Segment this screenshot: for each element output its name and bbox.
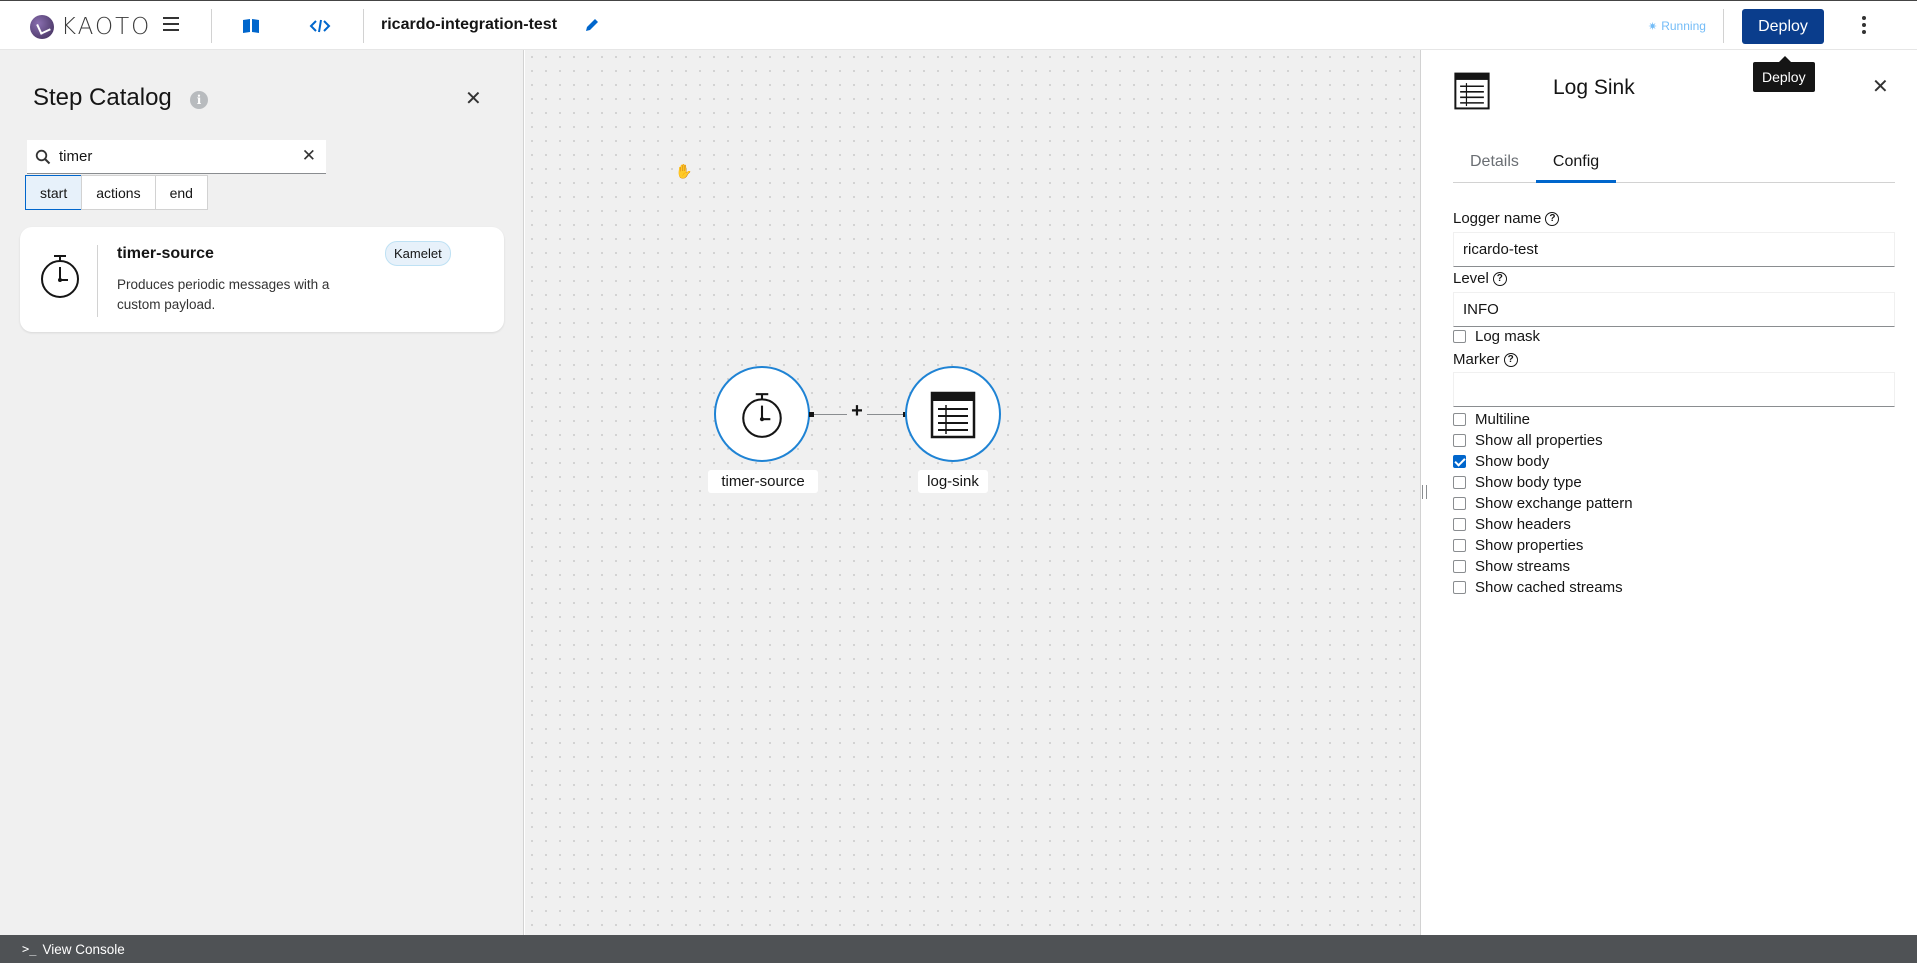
deploy-button[interactable]: Deploy [1742,9,1824,44]
deploy-tooltip: Deploy [1753,56,1815,92]
kamelet-badge: Kamelet [385,241,451,266]
option-label: Show exchange pattern [1475,495,1633,512]
option-show-headers[interactable]: Show headers [1453,516,1571,533]
option-label: Show headers [1475,516,1571,533]
option-label: Show all properties [1475,432,1603,449]
option-show-all-properties[interactable]: Show all properties [1453,432,1603,449]
tab-details[interactable]: Details [1453,145,1536,182]
option-show-properties[interactable]: Show properties [1453,537,1583,554]
close-icon[interactable]: ✕ [465,86,482,111]
add-step-button[interactable]: + [847,400,867,423]
header-divider [363,9,364,43]
node-log-sink[interactable] [905,366,1001,462]
catalog-item-timer-source[interactable]: timer-source Produces periodic messages … [20,227,504,332]
level-input[interactable]: INFO [1453,292,1895,327]
spinner-icon: ✷ [1648,20,1658,33]
checkbox-box[interactable] [1453,413,1466,426]
header-divider [1723,9,1724,43]
deployment-status: ✷ Running [1648,19,1706,33]
info-icon[interactable]: i [190,91,208,109]
resize-grip-icon[interactable] [1422,485,1427,499]
marker-label: Marker ? [1453,351,1518,368]
top-header: KAOTO ricardo-integration-test ✷ Running… [0,0,1917,50]
option-show-body[interactable]: Show body [1453,453,1549,470]
integration-name: ricardo-integration-test [381,16,558,33]
status-text: Running [1661,19,1706,33]
checkbox-box[interactable] [1453,518,1466,531]
checkbox-box[interactable] [1453,476,1466,489]
card-divider [97,245,98,317]
step-config-panel: Log Sink ✕ Details Config Logger name ? … [1428,50,1917,935]
help-icon[interactable]: ? [1545,211,1560,226]
checkbox-box-checked[interactable] [1453,455,1466,468]
view-console-bar[interactable]: >_ View Console [0,935,1917,963]
logger-name-label: Logger name ? [1453,210,1560,227]
view-console-label: View Console [42,941,125,957]
clear-search-icon[interactable]: ✕ [302,146,316,166]
checkbox-box[interactable] [1453,539,1466,552]
node-label-log-sink: log-sink [918,470,988,493]
panel-tabs: Details Config [1453,145,1895,183]
catalog-search: ✕ [27,140,326,174]
option-label: Show body type [1475,474,1582,491]
log-mask-label: Log mask [1475,328,1541,345]
filter-start[interactable]: start [25,175,83,210]
level-label-text: Level [1453,270,1489,287]
option-show-streams[interactable]: Show streams [1453,558,1570,575]
hamburger-menu-icon[interactable] [163,17,179,31]
checkbox-box[interactable] [1453,581,1466,594]
catalog-book-icon[interactable] [240,15,262,37]
option-label: Show body [1475,453,1550,470]
kebab-menu-icon[interactable] [1861,16,1867,36]
integration-canvas[interactable]: ✋ timer-source + log-sink [525,50,1420,935]
filter-end[interactable]: end [154,175,208,210]
log-mask-checkbox[interactable]: Log mask [1453,328,1540,345]
close-icon[interactable]: ✕ [1872,74,1889,99]
help-icon[interactable]: ? [1503,352,1518,367]
node-label-timer-source: timer-source [708,470,818,493]
option-label: Show properties [1475,537,1584,554]
node-timer-source[interactable] [714,366,810,462]
search-input[interactable] [59,148,289,165]
option-multiline[interactable]: Multiline [1453,411,1530,428]
pencil-edit-icon[interactable] [582,15,602,35]
marker-label-text: Marker [1453,351,1500,368]
table-icon [930,391,976,439]
option-label: Show streams [1475,558,1571,575]
stopwatch-icon [742,393,782,438]
step-catalog-panel: Step Catalog i ✕ ✕ start actions end tim… [0,50,524,935]
logger-name-label-text: Logger name [1453,210,1542,227]
checkbox-box[interactable] [1453,330,1466,343]
step-type-filter: start actions end [25,175,208,210]
terminal-icon: >_ [22,942,37,956]
checkbox-box[interactable] [1453,434,1466,447]
option-show-exchange-pattern[interactable]: Show exchange pattern [1453,495,1633,512]
marker-input[interactable] [1453,372,1895,407]
catalog-title: Step Catalog [33,84,172,111]
filter-actions[interactable]: actions [81,175,156,210]
table-icon [1454,72,1490,110]
step-name: timer-source [117,245,214,262]
help-icon[interactable]: ? [1492,271,1507,286]
kaoto-logo[interactable]: KAOTO [30,14,151,40]
code-editor-icon[interactable] [309,15,331,37]
option-label: Multiline [1475,411,1531,428]
checkbox-box[interactable] [1453,497,1466,510]
hand-cursor-icon: ✋ [675,163,693,179]
logger-name-input[interactable]: ricardo-test [1453,232,1895,267]
option-label: Show cached streams [1475,579,1623,596]
kaoto-logo-icon [30,15,54,39]
option-show-cached-streams[interactable]: Show cached streams [1453,579,1623,596]
header-divider [211,9,212,43]
step-description: Produces periodic messages with a custom… [117,277,330,312]
search-icon [35,149,51,164]
option-show-body-type[interactable]: Show body type [1453,474,1582,491]
tab-config[interactable]: Config [1535,145,1617,183]
level-label: Level ? [1453,270,1507,287]
panel-title: Log Sink [1553,76,1635,99]
logo-text: KAOTO [61,14,152,40]
checkbox-box[interactable] [1453,560,1466,573]
edge-source-port [809,412,814,417]
stopwatch-icon [41,255,79,298]
